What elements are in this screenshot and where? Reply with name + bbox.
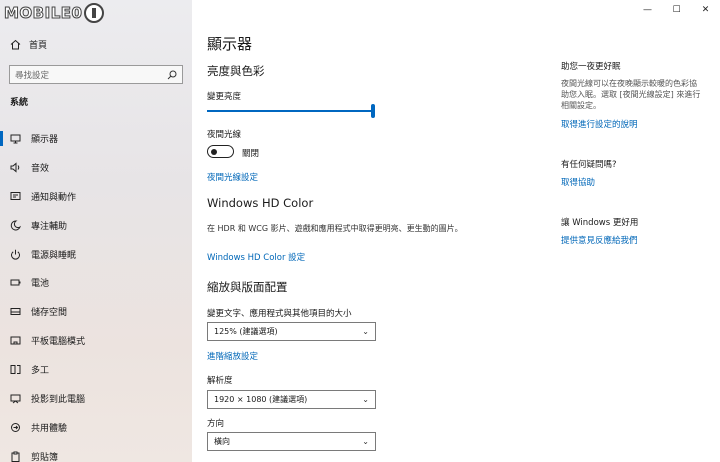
resolution-dropdown-value: 1920 × 1080 (建議選項) <box>214 395 308 404</box>
clipboard-icon <box>10 451 21 462</box>
night-light-state: 關閉 <box>242 149 260 159</box>
night-light-settings-link[interactable]: 夜間光線設定 <box>207 171 258 183</box>
orientation-dropdown-value: 橫向 <box>214 437 230 446</box>
night-light-label: 夜間光線 <box>207 130 242 140</box>
monitor-icon <box>10 133 21 144</box>
sidebar-item-label: 電源與睡眠 <box>31 250 77 261</box>
chevron-down-icon: ⌄ <box>362 327 369 336</box>
sidebar-item-label: 投影到此電腦 <box>31 394 86 405</box>
sidebar-item-multitasking[interactable]: 多工 <box>0 355 192 384</box>
main-content: — ☐ ✕ 顯示器 亮度與色彩 變更亮度 夜間光線 關閉 夜間光線設定 Wind… <box>192 0 720 462</box>
storage-icon <box>10 306 21 317</box>
tablet-icon <box>10 335 21 346</box>
hdr-settings-link[interactable]: Windows HD Color 設定 <box>207 251 305 263</box>
search-placeholder: 尋找設定 <box>15 70 50 81</box>
sidebar-item-label: 顯示器 <box>31 134 59 145</box>
close-button[interactable]: ✕ <box>691 0 720 20</box>
home-nav-item[interactable]: 首頁 <box>10 38 47 51</box>
sidebar-item-project-to-pc[interactable]: 投影到此電腦 <box>0 384 192 413</box>
notification-icon <box>10 191 21 202</box>
maximize-button[interactable]: ☐ <box>662 0 691 20</box>
feedback-title: 讓 Windows 更好用 <box>561 218 639 228</box>
sidebar-item-label: 通知與動作 <box>31 192 77 203</box>
sidebar-item-label: 專注輔助 <box>31 221 68 232</box>
feedback-link[interactable]: 提供意見反應給我們 <box>561 234 638 246</box>
brightness-slider-thumb[interactable] <box>371 104 375 118</box>
sidebar-item-focus-assist[interactable]: 專注輔助 <box>0 211 192 240</box>
sidebar-item-label: 電池 <box>31 279 50 290</box>
sidebar-item-sound[interactable]: 音效 <box>0 153 192 182</box>
minimize-button[interactable]: — <box>633 0 662 20</box>
sidebar-item-label: 儲存空間 <box>31 308 68 319</box>
watermark-logo: MOBILE0 <box>3 2 105 24</box>
orientation-dropdown[interactable]: 橫向 ⌄ <box>207 432 376 451</box>
scale-dropdown[interactable]: 125% (建議選項) ⌄ <box>207 322 376 341</box>
sidebar-item-label: 音效 <box>31 163 50 174</box>
battery-icon <box>10 277 21 288</box>
brightness-heading: 亮度與色彩 <box>207 64 265 78</box>
sidebar-item-label: 平板電腦模式 <box>31 337 86 348</box>
moon-icon <box>10 220 21 231</box>
chevron-down-icon: ⌄ <box>362 437 369 446</box>
sidebar-item-notifications[interactable]: 通知與動作 <box>0 182 192 211</box>
home-icon <box>10 39 21 50</box>
speaker-icon <box>10 162 21 173</box>
home-label: 首頁 <box>29 41 48 51</box>
sleep-tip-title: 助您一夜更好眠 <box>561 62 621 72</box>
sidebar-item-label: 剪貼簿 <box>31 452 59 462</box>
get-help-link[interactable]: 取得協助 <box>561 176 595 188</box>
hdr-description: 在 HDR 和 WCG 影片、遊戲和應用程式中取得更明亮、更生動的圖片。 <box>207 224 463 233</box>
resolution-label: 解析度 <box>207 376 233 386</box>
hdr-heading: Windows HD Color <box>207 196 314 210</box>
search-input[interactable]: 尋找設定 <box>9 65 183 84</box>
scale-size-label: 變更文字、應用程式與其他項目的大小 <box>207 309 352 319</box>
sidebar-item-label: 多工 <box>31 366 50 377</box>
advanced-scaling-link[interactable]: 進階縮放設定 <box>207 350 258 362</box>
multitask-icon <box>10 364 21 375</box>
sidebar-item-display[interactable]: 顯示器 <box>0 124 192 153</box>
power-icon <box>10 249 21 260</box>
sidebar-item-power-sleep[interactable]: 電源與睡眠 <box>0 240 192 269</box>
brightness-slider-track[interactable] <box>207 110 375 112</box>
brightness-slider-label: 變更亮度 <box>207 92 242 102</box>
shared-icon <box>10 422 21 433</box>
resolution-dropdown[interactable]: 1920 × 1080 (建議選項) ⌄ <box>207 390 376 409</box>
sleep-tip-text: 夜間光線可以在夜晚顯示較暖的色彩協助您入眠。選取 [夜間光線設定] 來進行相關設… <box>561 79 701 110</box>
question-title: 有任何疑問嗎? <box>561 160 617 170</box>
night-light-toggle[interactable] <box>207 145 234 158</box>
section-label-system: 系統 <box>10 98 29 108</box>
sidebar-item-battery[interactable]: 電池 <box>0 268 192 297</box>
window-controls: — ☐ ✕ <box>633 0 720 20</box>
sidebar-item-label: 共用體驗 <box>31 423 68 434</box>
scale-dropdown-value: 125% (建議選項) <box>214 327 278 336</box>
sidebar: MOBILE0 首頁 尋找設定 系統 顯示器 音效 通知與動作 專注輔助 電源與… <box>0 0 192 462</box>
sidebar-nav: 顯示器 音效 通知與動作 專注輔助 電源與睡眠 電池 儲存空間 平板電腦模式 多… <box>0 124 192 462</box>
sidebar-item-clipboard[interactable]: 剪貼簿 <box>0 442 192 462</box>
orientation-label: 方向 <box>207 419 225 429</box>
scale-heading: 縮放與版面配置 <box>207 280 288 294</box>
sleep-tip-link[interactable]: 取得進行設定的說明 <box>561 118 638 130</box>
search-icon <box>166 69 177 80</box>
project-icon <box>10 393 21 404</box>
sidebar-item-shared-experiences[interactable]: 共用體驗 <box>0 413 192 442</box>
sidebar-item-storage[interactable]: 儲存空間 <box>0 297 192 326</box>
chevron-down-icon: ⌄ <box>362 395 369 404</box>
sidebar-item-tablet-mode[interactable]: 平板電腦模式 <box>0 326 192 355</box>
page-title: 顯示器 <box>207 35 253 53</box>
